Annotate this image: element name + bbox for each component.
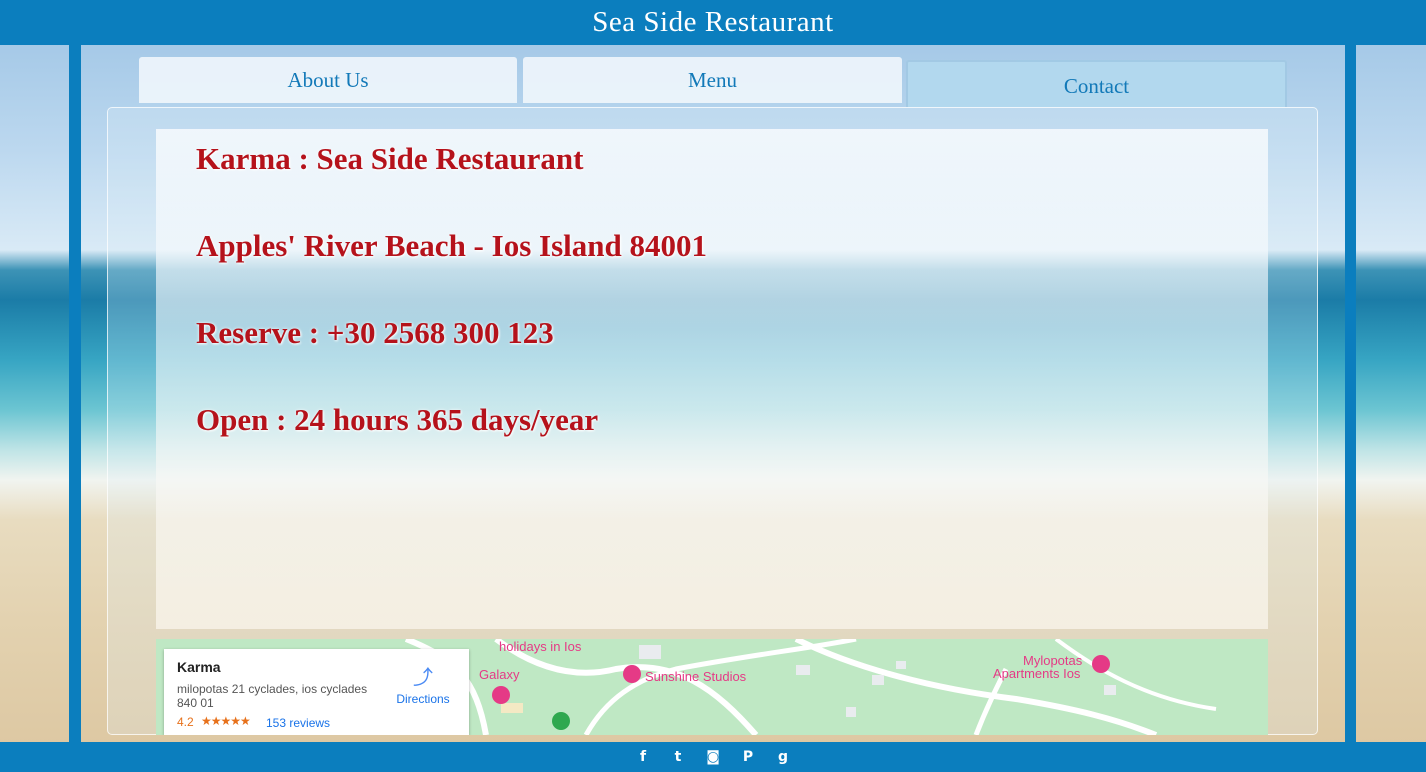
directions-label: Directions	[396, 692, 450, 706]
restaurant-address: Apples' River Beach - Ios Island 84001	[196, 228, 707, 263]
place-rating: 4.2	[177, 715, 194, 729]
opening-hours: Open : 24 hours 365 days/year	[196, 402, 599, 437]
site-title: Sea Side Restaurant	[592, 6, 834, 38]
restaurant-name: Karma : Sea Side Restaurant	[196, 141, 584, 176]
twitter-icon[interactable]: t	[669, 748, 687, 766]
map-place-card: Karma milopotas 21 cyclades, ios cyclade…	[164, 649, 469, 735]
place-address: milopotas 21 cyclades, ios cyclades 840 …	[177, 682, 368, 710]
place-name: Karma	[177, 659, 221, 675]
google-plus-icon[interactable]: g	[774, 748, 792, 766]
contact-info: Karma : Sea Side Restaurant Apples' Rive…	[156, 129, 1268, 629]
tab-bar: About Us Menu Contact	[139, 57, 1287, 107]
facebook-icon[interactable]: f	[634, 748, 652, 766]
right-frame-bar	[1345, 45, 1356, 742]
reviews-link[interactable]: 153 reviews	[266, 716, 330, 730]
pinterest-icon[interactable]: P	[739, 748, 757, 766]
embedded-map[interactable]: holidays in Ios Galaxy Sunshine Studios …	[156, 639, 1268, 735]
map-label-galaxy: Galaxy	[479, 667, 520, 682]
tab-contact[interactable]: Contact	[906, 60, 1287, 107]
map-label-sunshine: Sunshine Studios	[645, 669, 747, 684]
map-label-holidays: holidays in Ios	[499, 639, 582, 654]
reserve-phone[interactable]: Reserve : +30 2568 300 123	[196, 315, 554, 351]
instagram-icon[interactable]: ◙	[704, 748, 722, 766]
map-label-mylopotas-apartments: Apartments Ios	[993, 666, 1081, 681]
rating-stars-icon: ★★★★★	[201, 714, 251, 728]
left-frame-bar	[69, 45, 81, 742]
directions-icon: ⤴	[413, 667, 433, 689]
tab-menu[interactable]: Menu	[523, 57, 902, 103]
directions-button[interactable]: ⤴ Directions	[388, 661, 458, 706]
site-header: Sea Side Restaurant	[0, 0, 1426, 45]
site-footer: f t ◙ P g	[0, 742, 1426, 772]
tab-about-us[interactable]: About Us	[139, 57, 517, 103]
